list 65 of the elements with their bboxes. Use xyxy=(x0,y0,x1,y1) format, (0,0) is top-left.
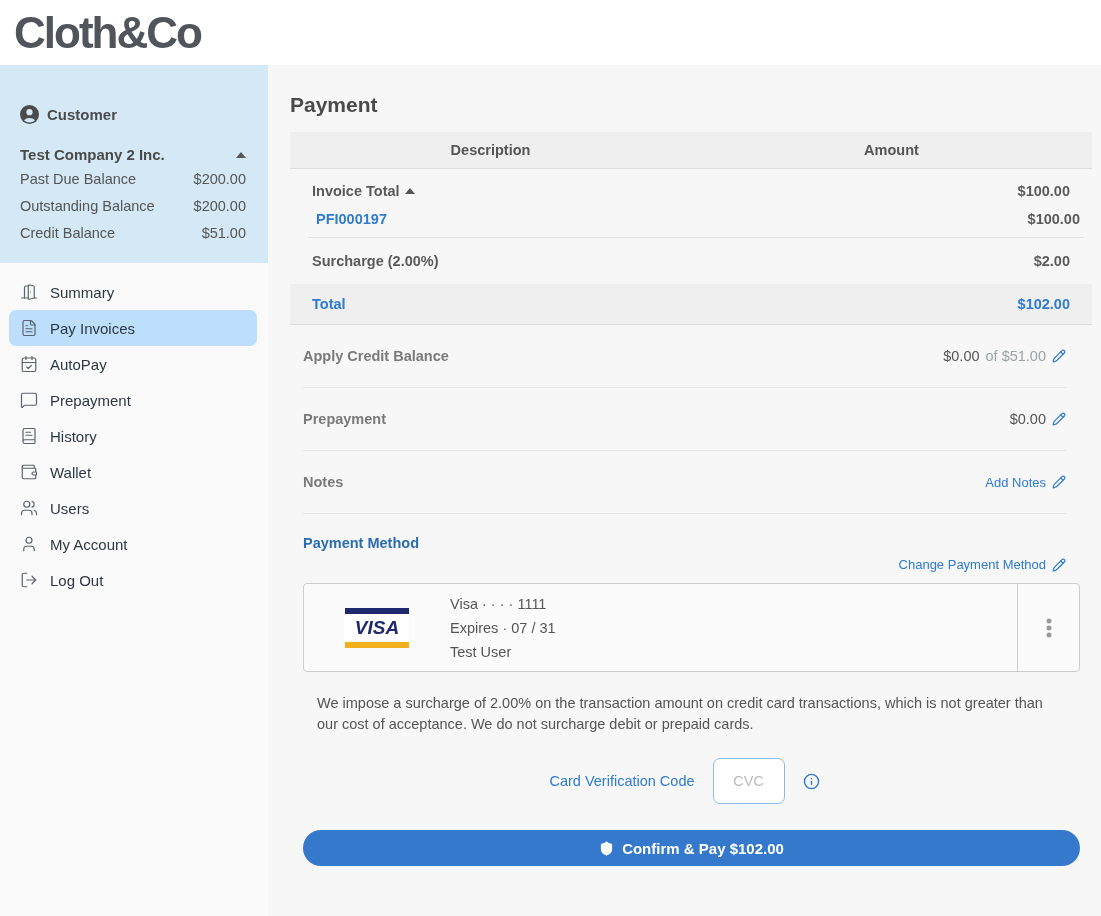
company-name: Test Company 2 Inc. xyxy=(20,146,165,163)
visa-logo: VISA xyxy=(345,607,409,648)
row-label: Notes xyxy=(303,474,344,490)
nav-icon xyxy=(20,463,38,481)
row-label: Prepayment xyxy=(303,411,386,427)
amount: $2.00 xyxy=(1033,253,1070,269)
edit-icon[interactable] xyxy=(1052,349,1066,363)
card-expiry: Expires · 07 / 31 xyxy=(450,619,557,636)
cvc-label: Card Verification Code xyxy=(549,773,695,789)
surcharge-label: Surcharge (2.00%) xyxy=(312,253,439,269)
pencil-icon xyxy=(1052,475,1066,489)
balance-label: Outstanding Balance xyxy=(20,198,155,216)
column-header: Amount xyxy=(863,142,920,158)
nav-item[interactable]: Pay Invoices xyxy=(9,310,257,346)
card-holder: Test User xyxy=(450,643,513,660)
nav-icon xyxy=(20,355,38,373)
user-icon xyxy=(20,105,39,124)
cvc-field[interactable]: CVC xyxy=(712,758,785,804)
nav-item[interactable]: Log Out xyxy=(9,562,257,598)
surcharge-disclaimer: We impose a surcharge of 2.00% on the transaction amount on credit card transactions, which is not greater than our cost of acceptance. We do not surcharge debit or prepaid cards. xyxy=(316,694,1044,734)
nav-item[interactable]: Summary xyxy=(9,274,257,310)
caret-icon[interactable] xyxy=(236,151,246,158)
invoice-link[interactable]: PFI000197 xyxy=(316,211,387,227)
confirm-pay-button[interactable]: Confirm & Pay $102.00 xyxy=(303,830,1080,866)
amount: $100.00 xyxy=(1027,211,1080,227)
nav-item[interactable]: Wallet xyxy=(9,454,257,490)
nav-icon xyxy=(20,535,38,553)
caret-icon[interactable] xyxy=(404,188,415,194)
nav-icon xyxy=(20,319,38,337)
nav-icon xyxy=(20,571,38,589)
credit-limit: of $51.00 xyxy=(985,348,1046,364)
customer-heading: Customer xyxy=(47,106,117,123)
amount: $100.00 xyxy=(1017,183,1070,199)
edit-icon[interactable] xyxy=(1052,412,1066,426)
nav-icon xyxy=(20,499,38,517)
amount: $0.00 xyxy=(1009,411,1046,427)
card-number: Visa · · · · 1111 xyxy=(450,595,548,612)
balance-value: $200.00 xyxy=(193,171,246,189)
nav-item[interactable]: Users xyxy=(9,490,257,526)
balance-value: $200.00 xyxy=(193,198,246,216)
change-payment-method-link[interactable]: Change Payment Method xyxy=(898,557,1066,572)
nav-item[interactable]: History xyxy=(9,418,257,454)
row-label: Apply Credit Balance xyxy=(303,348,449,364)
total-label: Total xyxy=(312,296,346,312)
logo: Cloth&Co xyxy=(14,7,201,58)
more-icon xyxy=(1045,617,1052,638)
nav-icon xyxy=(20,391,38,409)
add-notes-link[interactable]: Add Notes xyxy=(985,474,1066,490)
section-heading: Payment Method xyxy=(303,535,420,551)
amount: $0.00 xyxy=(943,348,980,364)
info-icon[interactable] xyxy=(802,772,820,790)
balance-label: Past Due Balance xyxy=(20,171,137,189)
shield-icon xyxy=(599,840,615,856)
invoice-total-label[interactable]: Invoice Total xyxy=(312,183,415,199)
nav-icon xyxy=(20,427,38,445)
nav-item[interactable]: My Account xyxy=(9,526,257,562)
pencil-icon xyxy=(1052,557,1066,572)
total-amount: $102.00 xyxy=(1017,296,1070,312)
nav-icon xyxy=(20,283,38,301)
column-header: Description xyxy=(449,142,532,158)
nav-item[interactable]: AutoPay xyxy=(9,346,257,382)
nav-item[interactable]: Prepayment xyxy=(9,382,257,418)
page-title: Payment xyxy=(290,93,379,117)
balance-label: Credit Balance xyxy=(20,225,116,243)
balance-value: $51.00 xyxy=(201,225,246,243)
